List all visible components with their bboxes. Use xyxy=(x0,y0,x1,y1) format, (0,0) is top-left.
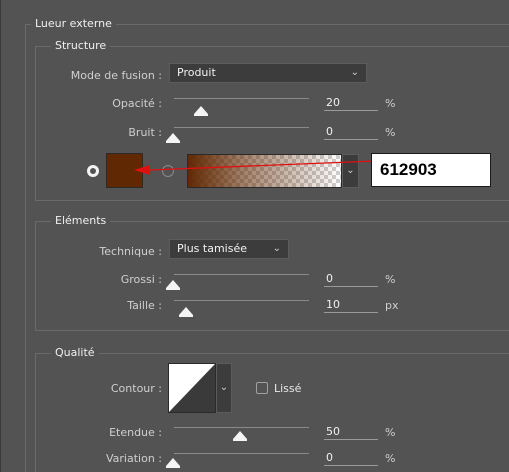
jitter-unit: % xyxy=(385,452,396,465)
spread-input[interactable]: 0 xyxy=(324,272,378,287)
size-unit: px xyxy=(385,299,399,312)
quality-frame-left xyxy=(35,353,36,472)
range-slider-track[interactable] xyxy=(174,427,309,428)
technique-select[interactable]: Plus tamisée ⌄ xyxy=(169,239,289,259)
range-label: Etendue : xyxy=(109,426,162,439)
jitter-slider-track[interactable] xyxy=(174,453,309,454)
jitter-slider-thumb-base xyxy=(166,466,180,468)
jitter-slider-thumb[interactable] xyxy=(166,458,180,466)
hex-annotation-box: 612903 xyxy=(371,153,491,187)
spread-label: Grossi : xyxy=(120,273,162,286)
spread-slider-thumb[interactable] xyxy=(166,280,180,288)
quality-frame-top xyxy=(35,353,509,354)
quality-legend: Qualité xyxy=(51,346,99,359)
size-slider-track[interactable] xyxy=(174,300,309,301)
elements-legend: Eléments xyxy=(51,214,111,227)
elements-frame-bottom xyxy=(35,330,509,331)
contour-curve-icon[interactable] xyxy=(168,363,216,413)
contour-label: Contour : xyxy=(110,382,162,395)
spread-slider-track[interactable] xyxy=(174,274,309,275)
size-slider-thumb[interactable] xyxy=(179,307,193,315)
spread-slider-thumb-base xyxy=(166,288,180,290)
chevron-down-icon: ⌄ xyxy=(219,382,229,393)
color-annotation-arrow xyxy=(134,160,376,175)
range-slider-thumb-base xyxy=(233,439,247,441)
range-slider-thumb[interactable] xyxy=(233,431,247,439)
technique-label: Technique : xyxy=(99,245,162,258)
size-slider-thumb-base xyxy=(179,315,193,317)
antialias-label: Lissé xyxy=(274,382,302,395)
spread-unit: % xyxy=(385,273,396,286)
elements-frame-left xyxy=(35,221,36,330)
range-input[interactable]: 50 xyxy=(324,425,378,440)
jitter-input[interactable]: 0 xyxy=(324,451,378,466)
technique-value: Plus tamisée xyxy=(177,242,247,255)
jitter-label: Variation : xyxy=(105,452,162,465)
range-unit: % xyxy=(385,426,396,439)
size-input[interactable]: 10 xyxy=(324,298,378,313)
size-label: Taille : xyxy=(127,299,162,312)
contour-dropdown-button[interactable]: ⌄ xyxy=(216,363,232,413)
antialias-checkbox-icon[interactable] xyxy=(256,382,268,394)
chevron-down-icon: ⌄ xyxy=(272,243,281,254)
